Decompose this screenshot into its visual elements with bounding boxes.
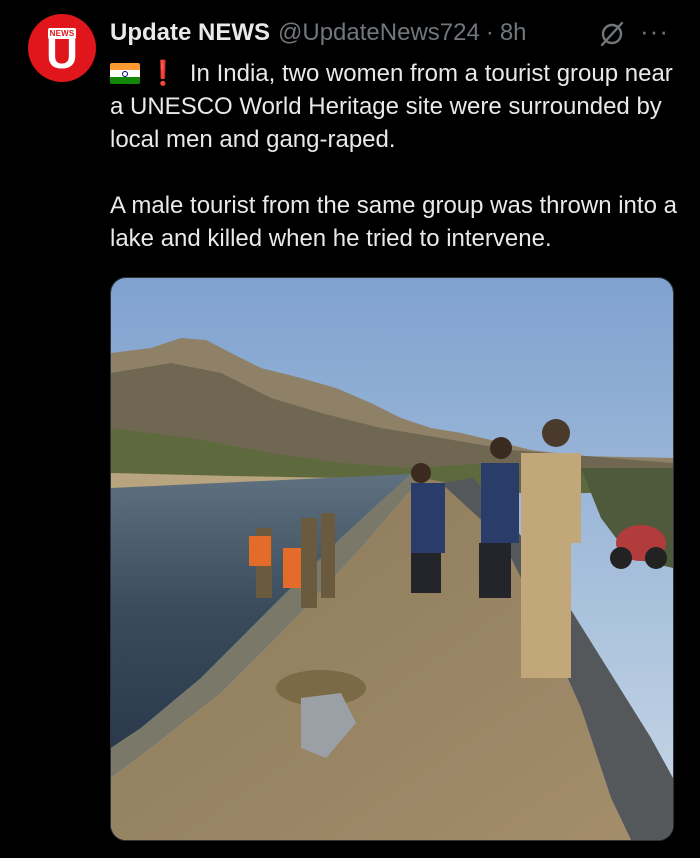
tweet-text: ❗ In India, two women from a tourist grou… bbox=[110, 57, 680, 255]
display-name[interactable]: Update NEWS bbox=[110, 19, 270, 47]
grok-icon[interactable] bbox=[598, 20, 626, 48]
more-options-icon[interactable]: ··· bbox=[640, 16, 669, 46]
separator-dot: · bbox=[485, 19, 494, 46]
photo-canal-police-search bbox=[111, 278, 673, 840]
paragraph-2: A male tourist from the same group was t… bbox=[110, 192, 677, 252]
red-exclamation-icon: ❗ bbox=[148, 60, 178, 87]
tweet-header: Update NEWS @UpdateNews724 · 8h bbox=[110, 18, 527, 48]
tweet-photo[interactable] bbox=[110, 277, 674, 841]
avatar-letter: U bbox=[46, 29, 78, 78]
user-handle[interactable]: @UpdateNews724 bbox=[278, 19, 480, 47]
paragraph-1-text: In India, two women from a tourist group… bbox=[110, 60, 673, 153]
paragraph-1: ❗ In India, two women from a tourist grou… bbox=[110, 57, 680, 156]
timestamp[interactable]: 8h bbox=[500, 19, 527, 47]
india-flag-icon bbox=[110, 63, 140, 84]
avatar[interactable]: NEWS U bbox=[28, 14, 96, 82]
